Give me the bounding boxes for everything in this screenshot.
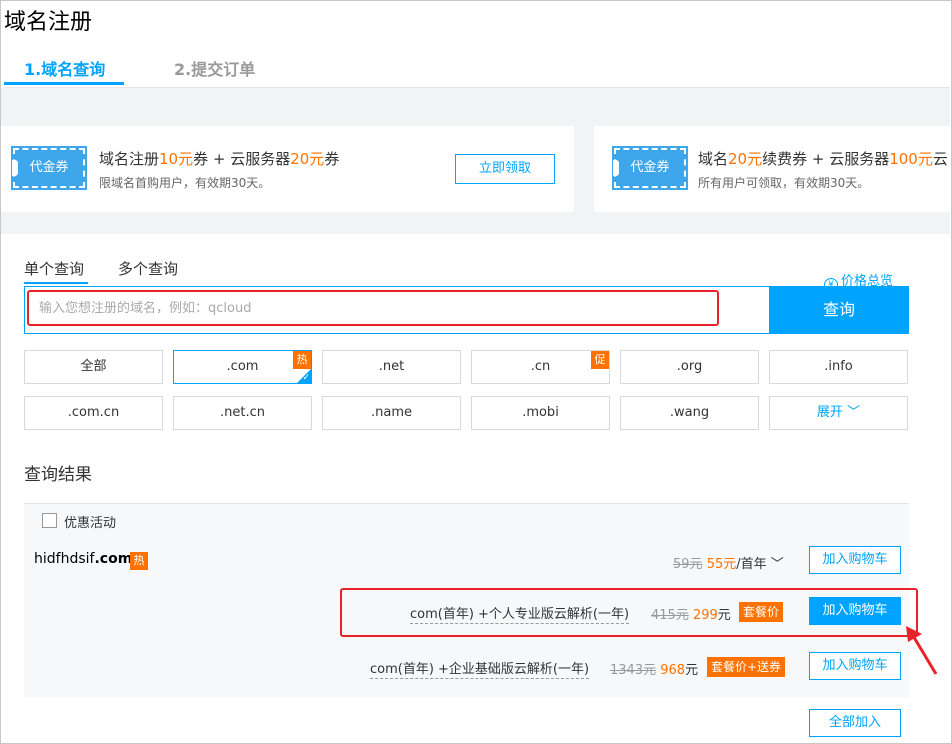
search-input[interactable] xyxy=(39,301,739,316)
query-tab-underline xyxy=(24,282,88,284)
suffix-com[interactable]: .com 热 ✓ xyxy=(173,350,312,384)
suffix-name[interactable]: .name xyxy=(322,396,461,430)
add-to-cart-button[interactable]: 加入购物车 xyxy=(809,546,901,574)
promo-card-1: 代金券 域名注册10元券 + 云服务器20元券 限域名首购用户，有效期30天。 … xyxy=(1,126,574,212)
page-title: 域名注册 xyxy=(4,10,93,35)
suffix-net[interactable]: .net xyxy=(322,350,461,384)
package-price: 1343元 968元 xyxy=(610,663,699,678)
claim-button[interactable]: 立即领取 xyxy=(455,154,555,184)
suffix-org[interactable]: .org xyxy=(620,350,759,384)
expand-suffixes-button[interactable]: 展开 ﹀ xyxy=(769,396,908,430)
suffix-all[interactable]: 全部 xyxy=(24,350,163,384)
hot-badge: 热 xyxy=(293,351,311,369)
tab-single-query[interactable]: 单个查询 xyxy=(24,258,84,279)
suffix-com-cn[interactable]: .com.cn xyxy=(24,396,163,430)
step-tabs: 1.域名查询 2.提交订单 xyxy=(4,48,950,88)
annotation-arrow-icon xyxy=(906,626,938,675)
package-label[interactable]: com(首年) +企业基础版云解析(一年) xyxy=(370,658,590,679)
promo-subtitle: 限域名首购用户，有效期30天。 xyxy=(99,176,271,190)
suffix-wang[interactable]: .wang xyxy=(620,396,759,430)
tab-multi-query[interactable]: 多个查询 xyxy=(118,258,178,279)
hot-badge: 热 xyxy=(130,552,148,570)
package-label[interactable]: com(首年) +个人专业版云解析(一年) xyxy=(410,603,630,624)
promo-subtitle: 所有用户可领取，有效期30天。 xyxy=(698,176,870,190)
result-domain: hidfhdsif.com xyxy=(34,551,133,567)
add-package-to-cart-button[interactable]: 加入购物车 xyxy=(809,597,901,625)
suffix-info[interactable]: .info xyxy=(769,350,908,384)
promo-title: 域名20元续费券 + 云服务器100元云 xyxy=(698,150,948,168)
add-all-button[interactable]: 全部加入 xyxy=(809,709,901,737)
promo-card-2: 代金券 域名20元续费券 + 云服务器100元云 所有用户可领取，有效期30天。 xyxy=(594,126,950,212)
base-price[interactable]: 59元 55元/首年 ﹀ xyxy=(673,553,784,572)
promo-title: 域名注册10元券 + 云服务器20元券 xyxy=(99,150,340,168)
package-tag: 套餐价 xyxy=(739,602,784,622)
suffix-mobi[interactable]: .mobi xyxy=(471,396,610,430)
add-package-to-cart-button[interactable]: 加入购物车 xyxy=(809,652,901,680)
tab-submit-order[interactable]: 2.提交订单 xyxy=(174,56,255,80)
results-header: 优惠活动 xyxy=(24,503,909,537)
voucher-icon: 代金券 xyxy=(11,146,87,190)
suffix-cn[interactable]: .cn 促 xyxy=(471,350,610,384)
promo-activity-label: 优惠活动 xyxy=(64,516,117,531)
package-price: 415元 299元 xyxy=(651,608,731,623)
search-box xyxy=(24,286,770,334)
promo-activity-checkbox[interactable] xyxy=(42,513,57,528)
tab-domain-query[interactable]: 1.域名查询 xyxy=(24,56,105,80)
suffix-net-cn[interactable]: .net.cn xyxy=(173,396,312,430)
results-title: 查询结果 xyxy=(24,465,92,485)
voucher-icon: 代金券 xyxy=(612,146,688,190)
promo-badge: 促 xyxy=(591,351,609,369)
package-tag: 套餐价+送券 xyxy=(707,657,786,677)
active-tab-underline xyxy=(4,82,124,85)
search-button[interactable]: 查询 xyxy=(769,286,909,334)
